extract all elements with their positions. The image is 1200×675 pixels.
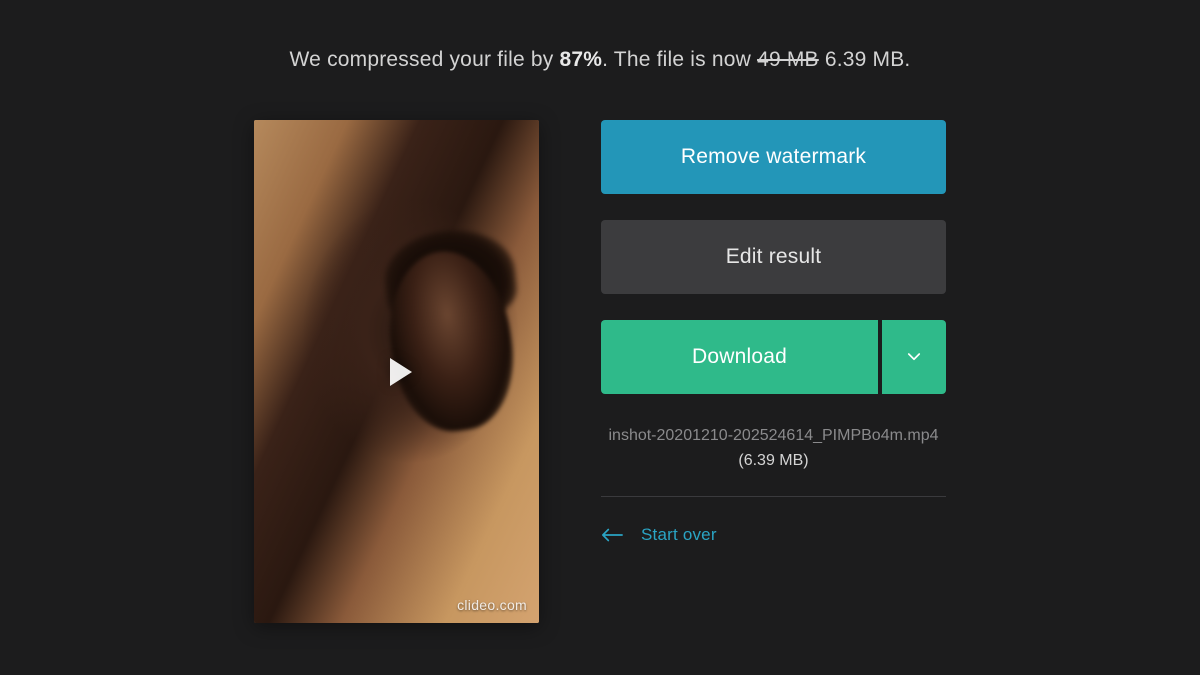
download-options-button[interactable] [882, 320, 946, 394]
start-over-link[interactable]: Start over [601, 525, 946, 545]
status-old-size: 49 MB [757, 48, 819, 71]
edit-result-button[interactable]: Edit result [601, 220, 946, 294]
status-mid: . The file is now [602, 48, 757, 71]
arrow-left-icon [601, 528, 623, 542]
file-size: (6.39 MB) [738, 452, 808, 469]
chevron-down-icon [905, 348, 923, 366]
file-info: inshot-20201210-202524614_PIMPBo4m.mp4 (… [601, 420, 946, 497]
download-button[interactable]: Download [601, 320, 878, 394]
play-icon[interactable] [390, 358, 412, 386]
start-over-label: Start over [641, 525, 717, 545]
status-percent: 87% [559, 48, 602, 71]
video-preview[interactable]: clideo.com [254, 120, 539, 623]
status-prefix: We compressed your file by [290, 48, 560, 71]
file-name: inshot-20201210-202524614_PIMPBo4m.mp4 [608, 427, 938, 444]
video-watermark: clideo.com [457, 597, 527, 613]
status-suffix: . [904, 48, 910, 71]
remove-watermark-button[interactable]: Remove watermark [601, 120, 946, 194]
status-new-size: 6.39 MB [825, 48, 905, 71]
compression-status: We compressed your file by 87%. The file… [0, 48, 1200, 72]
